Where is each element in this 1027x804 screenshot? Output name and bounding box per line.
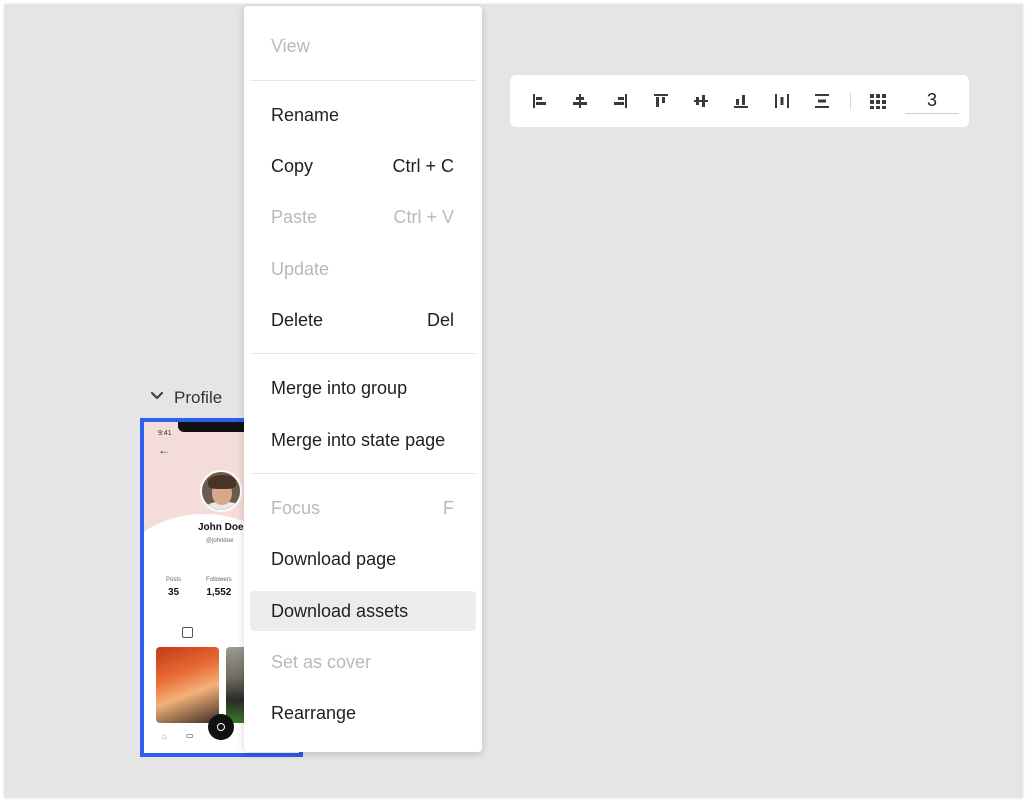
align-vertical-center-icon[interactable] [689,89,713,113]
status-time: 9:41 [158,430,172,437]
menu-item-label: Copy [271,155,314,176]
menu-divider [250,80,476,81]
context-menu: View Rename Copy Ctrl + C Paste Ctrl + V… [244,6,482,752]
page-header[interactable]: Profile [150,386,222,410]
menu-item-merge-into-group[interactable]: Merge into group [250,368,476,408]
menu-item-delete[interactable]: Delete Del [250,300,476,340]
chat-icon: ▭ [186,731,194,740]
align-top-icon[interactable] [649,89,673,113]
distribute-vertical-icon[interactable] [810,89,834,113]
chevron-down-icon[interactable] [150,389,164,408]
menu-item-paste[interactable]: Paste Ctrl + V [250,197,476,237]
toolbar-divider [850,92,851,110]
menu-item-download-assets[interactable]: Download assets [250,591,476,631]
menu-item-label: View [271,35,310,56]
menu-item-label: Merge into state page [271,429,446,450]
menu-item-label: Delete [271,309,324,330]
photo-thumbnail [156,647,219,723]
distribute-horizontal-icon[interactable] [770,89,794,113]
menu-item-shortcut: F [443,497,454,518]
stat-followers: Followers 1,552 [206,577,232,598]
menu-item-label: Merge into group [271,377,408,398]
stat-label: Followers [206,577,232,583]
menu-item-label: Rename [271,104,340,125]
profile-handle: @johndoe [206,538,234,544]
avatar [200,470,242,512]
stat-value: 1,552 [206,587,232,598]
menu-item-merge-into-state-page[interactable]: Merge into state page [250,420,476,460]
page-title: Profile [174,388,223,407]
menu-item-focus[interactable]: Focus F [250,488,476,528]
menu-item-rearrange[interactable]: Rearrange [250,693,476,733]
gallery-icon [182,627,193,638]
menu-item-label: Update [271,258,330,279]
center-action-button [208,714,234,740]
menu-item-view[interactable]: View [250,26,476,66]
profile-name: John Doe [198,522,244,533]
menu-item-rename[interactable]: Rename [250,95,476,135]
stat-value: 35 [167,587,180,598]
grid-columns-input[interactable] [905,87,959,114]
menu-item-label: Paste [271,206,318,227]
align-left-icon[interactable] [528,89,552,113]
menu-divider [250,473,476,474]
align-right-icon[interactable] [608,89,632,113]
menu-item-shortcut: Ctrl + V [393,206,454,227]
align-horizontal-center-icon[interactable] [568,89,592,113]
grid-icon[interactable] [866,89,890,113]
home-icon: ⌂ [162,732,167,741]
menu-item-label: Download assets [271,600,409,621]
menu-item-label: Set as cover [271,651,372,672]
design-canvas[interactable]: Profile 9:41 ← John Doe @johndoe Posts 3… [4,4,1023,798]
menu-item-copy[interactable]: Copy Ctrl + C [250,146,476,186]
back-arrow-icon: ← [158,443,170,457]
alignment-toolbar [510,75,969,127]
menu-item-shortcut: Ctrl + C [392,155,454,176]
menu-item-download-page[interactable]: Download page [250,539,476,579]
menu-item-shortcut: Del [426,309,454,330]
stat-label: Posts [166,577,182,583]
menu-divider [250,353,476,354]
align-bottom-icon[interactable] [729,89,753,113]
menu-item-label: Focus [271,497,321,518]
menu-item-label: Rearrange [271,702,357,723]
menu-item-set-as-cover[interactable]: Set as cover [250,642,476,682]
menu-item-update[interactable]: Update [250,249,476,289]
stat-posts: Posts 35 [166,577,181,598]
menu-item-label: Download page [271,548,397,569]
